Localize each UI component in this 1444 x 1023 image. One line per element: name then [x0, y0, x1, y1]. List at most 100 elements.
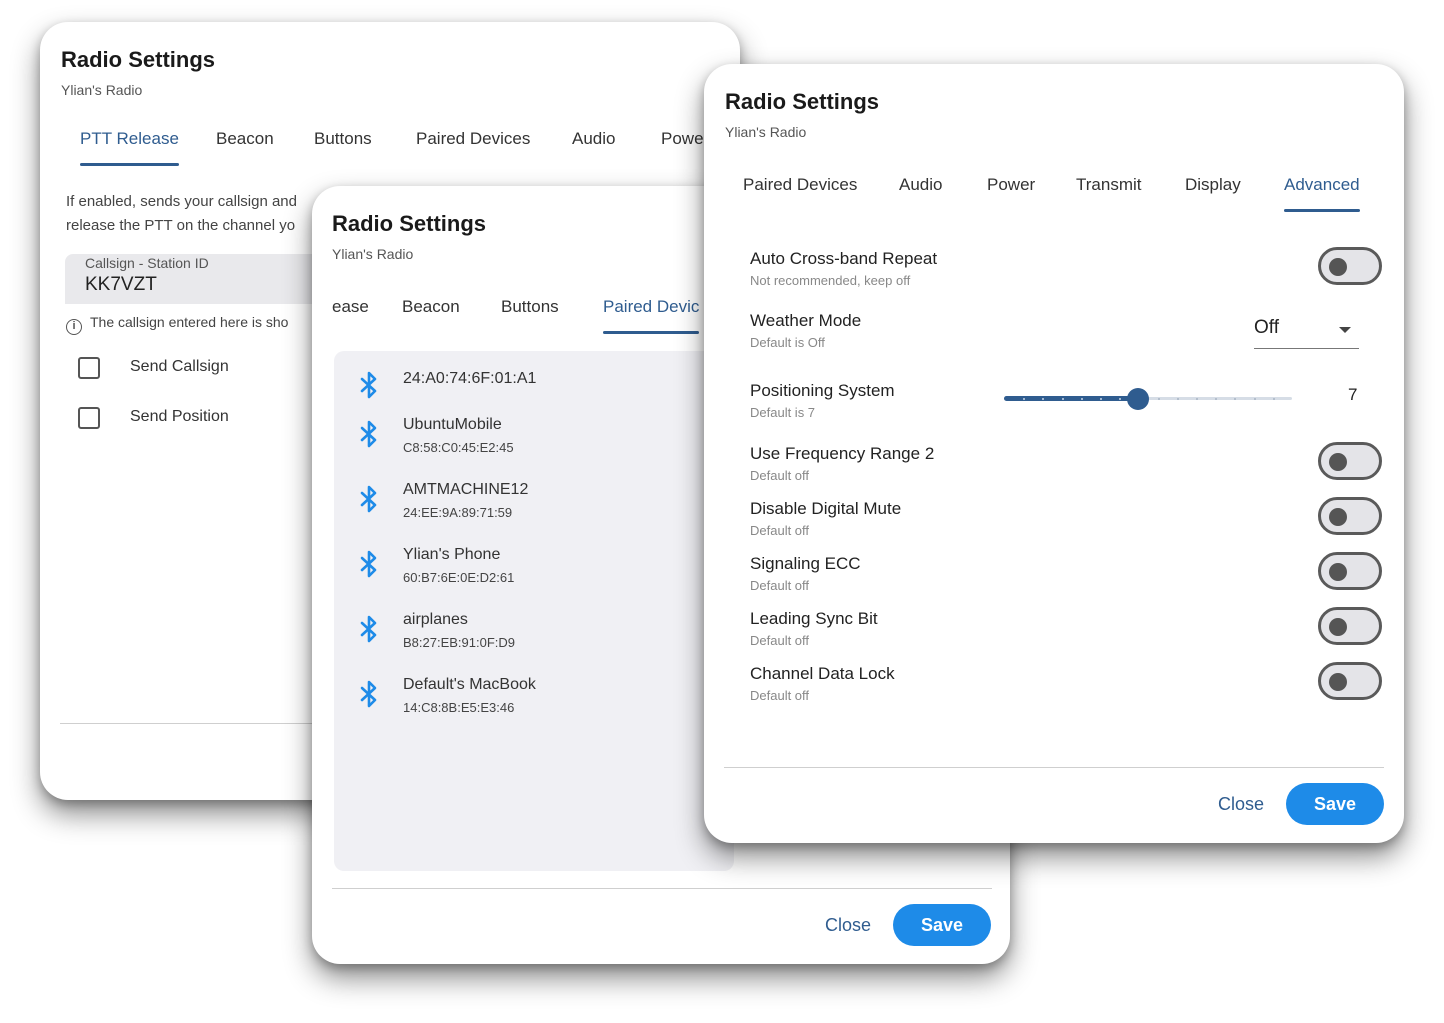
tab-audio[interactable]: Audio: [899, 170, 942, 216]
setting-subtitle: Default off: [750, 633, 810, 648]
slider-value: 7: [1348, 385, 1358, 404]
setting-subtitle: Default is 7: [750, 405, 816, 420]
tab-advanced[interactable]: Advanced: [1284, 170, 1360, 216]
setting-weather-mode: Weather Mode Default is Off Off: [750, 311, 1370, 361]
dialog-subtitle: Ylian's Radio: [725, 124, 807, 140]
setting-title: Disable Digital Mute: [750, 499, 902, 518]
disable-digital-mute-toggle[interactable]: [1318, 497, 1382, 535]
setting-subtitle: Default off: [750, 688, 810, 703]
toggle-knob: [1329, 563, 1347, 581]
slider-tick: [1234, 398, 1236, 400]
close-button[interactable]: Close: [1218, 794, 1264, 815]
signaling-ecc-toggle[interactable]: [1318, 552, 1382, 590]
device-mac: 24:EE:9A:89:71:59: [403, 505, 513, 520]
setting-channel-data-lock: Channel Data Lock Default off: [750, 662, 1382, 714]
dialog-title: Radio Settings: [61, 47, 216, 72]
toggle-knob: [1329, 258, 1347, 276]
send-position-label: Send Position: [130, 408, 229, 425]
tab-power[interactable]: Power: [987, 170, 1035, 216]
setting-signaling-ecc: Signaling ECC Default off: [750, 552, 1382, 604]
bluetooth-icon: [360, 485, 377, 513]
checkbox-box[interactable]: [78, 407, 100, 429]
setting-disable-digital-mute: Disable Digital Mute Default off: [750, 497, 1382, 549]
positioning-system-slider[interactable]: [1004, 388, 1294, 410]
device-mac: 60:B7:6E:0E:D2:61: [403, 570, 515, 585]
callsign-value[interactable]: KK7VZT: [85, 274, 157, 296]
device-mac: 14:C8:8B:E5:E3:46: [403, 700, 515, 715]
close-button[interactable]: Close: [825, 915, 871, 936]
callsign-helper: i The callsign entered here is sho: [66, 314, 288, 335]
device-name: Default's MacBook: [403, 676, 536, 693]
tab-beacon[interactable]: Beacon: [402, 292, 460, 338]
device-item[interactable]: 24:A0:74:6F:01:A1: [359, 367, 729, 417]
dialog-subtitle: Ylian's Radio: [332, 246, 414, 262]
setting-subtitle: Not recommended, keep off: [750, 273, 911, 288]
checkbox-box[interactable]: [78, 357, 100, 379]
slider-tick: [1062, 398, 1064, 400]
callsign-label: Callsign - Station ID: [85, 255, 209, 271]
setting-positioning-system: Positioning System Default is 7 7: [750, 381, 1370, 431]
dialog-subtitle: Ylian's Radio: [61, 82, 143, 98]
device-item[interactable]: AMTMACHINE12 24:EE:9A:89:71:59: [359, 481, 729, 531]
tab-ptt-release[interactable]: PTT Release: [80, 124, 179, 170]
chevron-down-icon: [1339, 327, 1351, 333]
save-button[interactable]: Save: [893, 904, 991, 946]
slider-tick: [1081, 398, 1083, 400]
weather-mode-value: Off: [1254, 317, 1279, 338]
send-callsign-label: Send Callsign: [130, 358, 229, 375]
slider-tick: [1042, 398, 1044, 400]
bluetooth-icon: [360, 550, 377, 578]
tab-bar: PTT Release Beacon Buttons Paired Device…: [80, 124, 740, 170]
tab-paired-devices[interactable]: Paired Devices: [416, 124, 530, 170]
toggle-knob: [1329, 618, 1347, 636]
device-name: airplanes: [403, 611, 468, 628]
setting-subtitle: Default off: [750, 468, 810, 483]
info-icon: i: [66, 319, 82, 335]
tab-paired-devices[interactable]: Paired Devices: [743, 170, 857, 216]
device-item[interactable]: UbuntuMobile C8:58:C0:45:E2:45: [359, 416, 729, 466]
tab-paired-devices[interactable]: Paired Devic: [603, 292, 700, 338]
slider-tick: [1196, 398, 1198, 400]
setting-subtitle: Default is Off: [750, 335, 825, 350]
tab-buttons[interactable]: Buttons: [314, 124, 372, 170]
leading-sync-bit-toggle[interactable]: [1318, 607, 1382, 645]
bluetooth-icon: [360, 420, 377, 448]
device-item[interactable]: airplanes B8:27:EB:91:0F:D9: [359, 611, 729, 661]
tab-power[interactable]: Powe: [661, 124, 704, 170]
device-name: AMTMACHINE12: [403, 481, 529, 498]
weather-mode-select[interactable]: Off: [1254, 317, 1359, 349]
device-item[interactable]: Ylian's Phone 60:B7:6E:0E:D2:61: [359, 546, 729, 596]
send-callsign-checkbox[interactable]: Send Callsign: [78, 355, 318, 383]
tab-buttons[interactable]: Buttons: [501, 292, 559, 338]
slider-tick: [1158, 398, 1160, 400]
device-name: Ylian's Phone: [403, 546, 501, 563]
tab-audio[interactable]: Audio: [572, 124, 615, 170]
device-item[interactable]: Default's MacBook 14:C8:8B:E5:E3:46: [359, 676, 729, 726]
ptt-description: If enabled, sends your callsign and rele…: [66, 190, 326, 238]
dialog-title: Radio Settings: [332, 211, 487, 236]
setting-title: Positioning System: [750, 381, 895, 400]
footer-divider: [332, 888, 992, 889]
setting-title: Auto Cross-band Repeat: [750, 249, 938, 268]
send-position-checkbox[interactable]: Send Position: [78, 405, 318, 433]
device-mac: B8:27:EB:91:0F:D9: [403, 635, 516, 650]
dialog-title: Radio Settings: [725, 89, 880, 114]
tab-beacon[interactable]: Beacon: [216, 124, 274, 170]
tab-bar: Paired Devices Audio Power Transmit Disp…: [704, 170, 1404, 216]
toggle-knob: [1329, 508, 1347, 526]
auto-cross-band-repeat-toggle[interactable]: [1318, 247, 1382, 285]
tab-display[interactable]: Display: [1185, 170, 1241, 216]
use-frequency-range-2-toggle[interactable]: [1318, 442, 1382, 480]
bluetooth-icon: [360, 615, 377, 643]
slider-thumb[interactable]: [1127, 388, 1149, 410]
radio-settings-dialog-advanced: Radio Settings Ylian's Radio Paired Devi…: [704, 64, 1404, 843]
tab-transmit[interactable]: Transmit: [1076, 170, 1142, 216]
tab-ptt-release[interactable]: ease: [332, 292, 369, 338]
setting-leading-sync-bit: Leading Sync Bit Default off: [750, 607, 1382, 659]
setting-title: Use Frequency Range 2: [750, 444, 935, 463]
channel-data-lock-toggle[interactable]: [1318, 662, 1382, 700]
save-button[interactable]: Save: [1286, 783, 1384, 825]
slider-tick: [1023, 398, 1025, 400]
setting-title: Weather Mode: [750, 311, 862, 330]
setting-auto-cross-band-repeat: Auto Cross-band Repeat Not recommended, …: [750, 247, 1382, 299]
